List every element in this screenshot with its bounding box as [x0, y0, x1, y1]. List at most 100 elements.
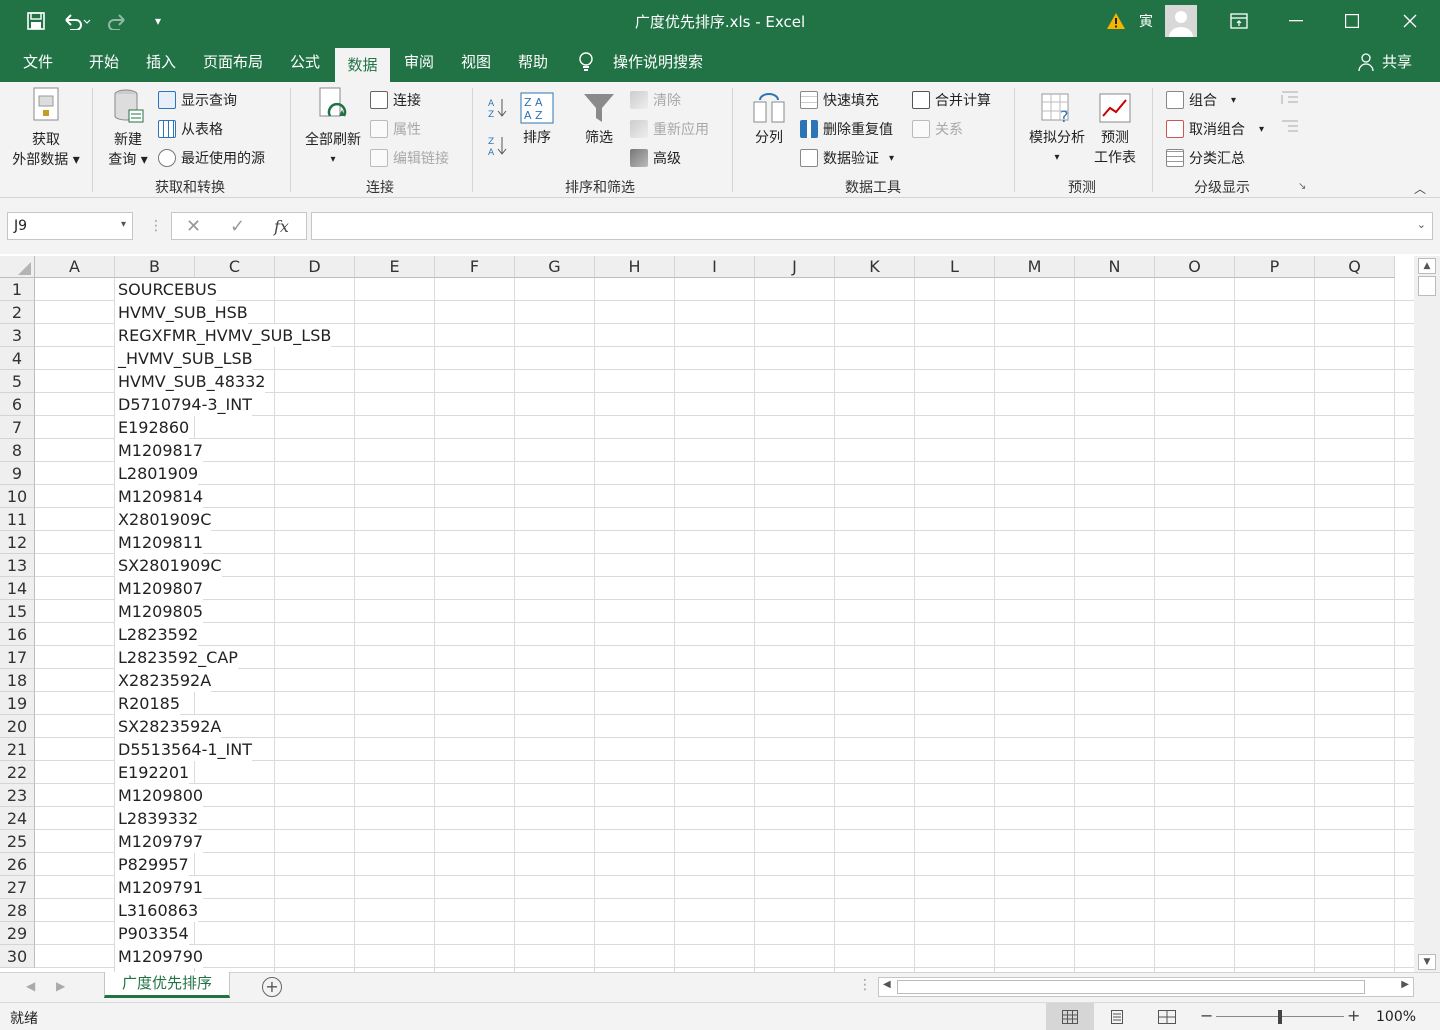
filter-button[interactable]: 筛选 — [572, 92, 626, 148]
column-header-k[interactable]: K — [835, 256, 915, 278]
row-header-17[interactable]: 17 — [0, 646, 35, 669]
row-header-5[interactable]: 5 — [0, 370, 35, 393]
vertical-scroll-thumb[interactable] — [1418, 276, 1436, 296]
formula-input[interactable]: ⌄ — [311, 212, 1433, 240]
remove-duplicates-button[interactable]: 删除重复值 — [800, 119, 893, 139]
page-layout-view-icon[interactable] — [1108, 1010, 1126, 1028]
name-box[interactable]: J9 ▾ — [7, 212, 133, 240]
row-header-18[interactable]: 18 — [0, 669, 35, 692]
get-external-data-button[interactable]: 获取 外部数据 ▾ — [8, 86, 84, 170]
normal-view-button[interactable] — [1046, 1003, 1094, 1030]
cell-b8[interactable]: M1209817 — [115, 439, 204, 462]
reapply-button[interactable]: 重新应用 — [630, 119, 709, 139]
recent-sources-button[interactable]: 最近使用的源 — [158, 148, 265, 168]
row-header-10[interactable]: 10 — [0, 485, 35, 508]
row-header-14[interactable]: 14 — [0, 577, 35, 600]
row-header-11[interactable]: 11 — [0, 508, 35, 531]
row-header-1[interactable]: 1 — [0, 278, 35, 301]
tab-view[interactable]: 视图 — [451, 42, 501, 82]
cell-b12[interactable]: M1209811 — [115, 531, 204, 554]
cell-b9[interactable]: L2801909 — [115, 462, 199, 485]
column-header-o[interactable]: O — [1155, 256, 1235, 278]
row-header-21[interactable]: 21 — [0, 738, 35, 761]
vertical-scrollbar[interactable]: ▲ ▼ — [1414, 256, 1440, 972]
row-header-19[interactable]: 19 — [0, 692, 35, 715]
horizontal-scrollbar[interactable]: ◀ ▶ — [878, 977, 1414, 997]
row-header-29[interactable]: 29 — [0, 922, 35, 945]
tab-data[interactable]: 数据 — [335, 46, 390, 82]
cell-b14[interactable]: M1209807 — [115, 577, 204, 600]
cell-b17[interactable]: L2823592_CAP — [115, 646, 238, 669]
sheet-tab[interactable]: 广度优先排序 — [104, 972, 230, 998]
cell-b19[interactable]: R20185 — [115, 692, 181, 715]
undo-icon[interactable] — [60, 8, 94, 34]
row-header-2[interactable]: 2 — [0, 301, 35, 324]
save-icon[interactable] — [24, 8, 48, 34]
maximize-icon[interactable] — [1340, 8, 1364, 34]
column-header-d[interactable]: D — [275, 256, 355, 278]
row-header-13[interactable]: 13 — [0, 554, 35, 577]
zoom-level[interactable]: 100% — [1376, 1009, 1416, 1025]
column-header-g[interactable]: G — [515, 256, 595, 278]
select-all-button[interactable] — [0, 256, 35, 278]
column-header-m[interactable]: M — [995, 256, 1075, 278]
warning-icon[interactable] — [1106, 8, 1126, 34]
properties-button[interactable]: 属性 — [370, 119, 421, 139]
new-query-button[interactable]: 新建 查询 ▾ — [98, 86, 158, 170]
column-header-p[interactable]: P — [1235, 256, 1315, 278]
scroll-left-icon[interactable]: ◀ — [883, 979, 891, 990]
zoom-slider-thumb[interactable] — [1278, 1010, 1282, 1024]
cell-b5[interactable]: HVMV_SUB_48332 — [115, 370, 266, 393]
row-header-4[interactable]: 4 — [0, 347, 35, 370]
tab-formulas[interactable]: 公式 — [280, 42, 330, 82]
tab-help[interactable]: 帮助 — [508, 42, 558, 82]
row-header-26[interactable]: 26 — [0, 853, 35, 876]
cell-b4[interactable]: _HVMV_SUB_LSB — [115, 347, 253, 370]
row-header-12[interactable]: 12 — [0, 531, 35, 554]
advanced-filter-button[interactable]: 高级 — [630, 148, 681, 168]
zoom-out-icon[interactable]: − — [1200, 1006, 1213, 1025]
refresh-all-button[interactable]: 全部刷新 ▾ — [298, 86, 368, 170]
cell-b1[interactable]: SOURCEBUS — [115, 278, 217, 301]
cell-b16[interactable]: L2823592 — [115, 623, 199, 646]
tab-insert[interactable]: 插入 — [136, 42, 186, 82]
row-header-22[interactable]: 22 — [0, 761, 35, 784]
sort-button[interactable]: Z AA Z 排序 — [514, 92, 560, 148]
zoom-in-icon[interactable]: + — [1347, 1006, 1360, 1025]
edit-links-button[interactable]: 编辑链接 — [370, 148, 449, 168]
insert-function-button[interactable]: fx — [274, 217, 289, 236]
column-header-j[interactable]: J — [755, 256, 835, 278]
hide-detail-icon[interactable] — [1280, 119, 1300, 135]
subtotal-button[interactable]: 分类汇总 — [1166, 148, 1245, 168]
cell-b25[interactable]: M1209797 — [115, 830, 204, 853]
forecast-sheet-button[interactable]: 预测 工作表 — [1090, 92, 1140, 168]
column-header-i[interactable]: I — [675, 256, 755, 278]
consolidate-button[interactable]: 合并计算 — [912, 90, 991, 110]
flash-fill-button[interactable]: 快速填充 — [800, 90, 879, 110]
expand-formula-icon[interactable]: ⌄ — [1417, 218, 1426, 231]
tab-splitter-icon[interactable]: ⋮ — [858, 977, 872, 993]
row-header-23[interactable]: 23 — [0, 784, 35, 807]
ungroup-button[interactable]: 取消组合 ▾ — [1166, 119, 1264, 139]
cell-b23[interactable]: M1209800 — [115, 784, 204, 807]
tab-review[interactable]: 审阅 — [394, 42, 444, 82]
horizontal-scroll-thumb[interactable] — [897, 980, 1365, 994]
row-header-27[interactable]: 27 — [0, 876, 35, 899]
row-header-16[interactable]: 16 — [0, 623, 35, 646]
next-sheet-icon[interactable]: ▶ — [56, 979, 65, 993]
row-header-7[interactable]: 7 — [0, 416, 35, 439]
cell-b18[interactable]: X2823592A — [115, 669, 212, 692]
group-button[interactable]: 组合 ▾ — [1166, 90, 1236, 110]
column-header-b[interactable]: B — [115, 256, 195, 278]
cell-b13[interactable]: SX2801909C — [115, 554, 222, 577]
cell-b30[interactable]: M1209790 — [115, 945, 204, 968]
cell-b26[interactable]: P829957 — [115, 853, 189, 876]
lightbulb-icon[interactable] — [576, 42, 596, 82]
column-header-f[interactable]: F — [435, 256, 515, 278]
column-header-q[interactable]: Q — [1315, 256, 1395, 278]
cell-b11[interactable]: X2801909C — [115, 508, 212, 531]
column-header-h[interactable]: H — [595, 256, 675, 278]
data-validation-button[interactable]: 数据验证 ▾ — [800, 148, 894, 168]
minimize-icon[interactable] — [1284, 8, 1308, 34]
relationships-button[interactable]: 关系 — [912, 119, 963, 139]
